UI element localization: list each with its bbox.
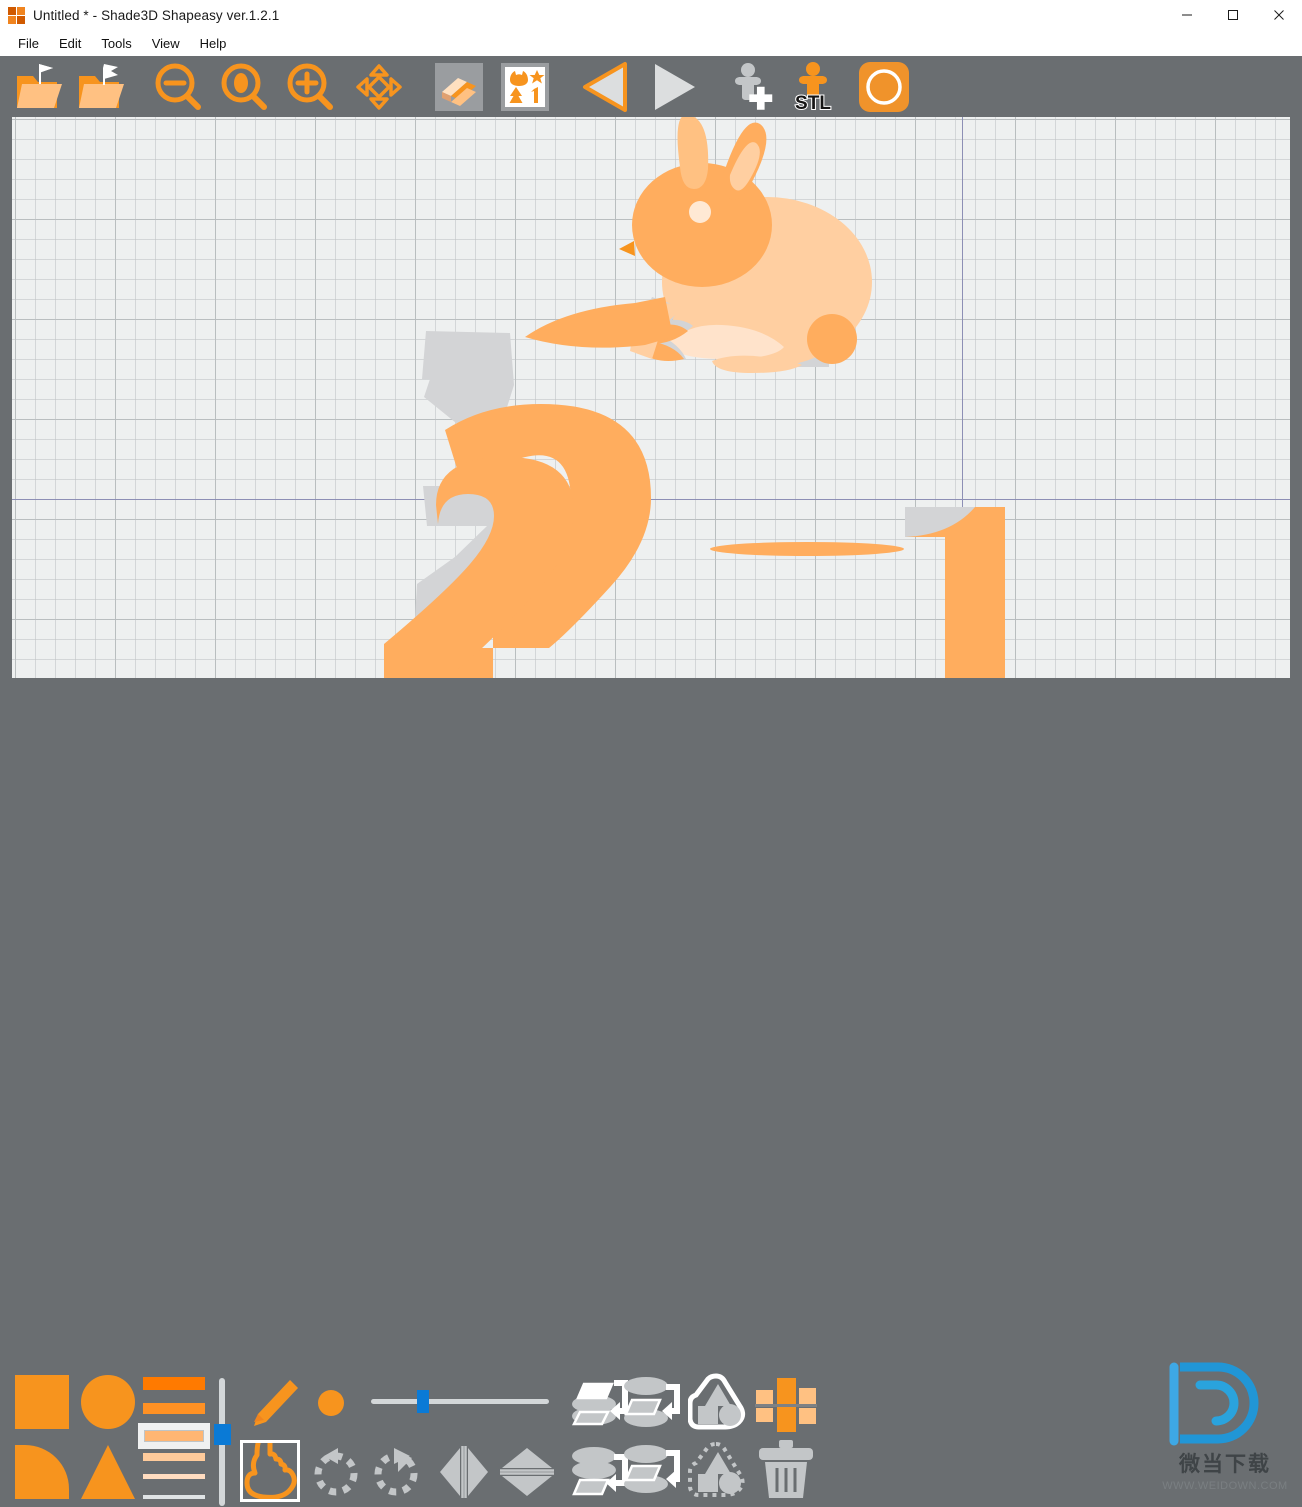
tool-send-to-back[interactable] [620, 1440, 690, 1507]
carrot-shape [525, 297, 693, 361]
watermark-url: WWW.WEIDOWN.COM [1162, 1480, 1288, 1492]
shade-level-1[interactable] [143, 1377, 205, 1390]
zoom-fit-button[interactable] [212, 56, 278, 117]
next-button[interactable] [640, 56, 708, 117]
height-slider-thumb[interactable] [214, 1424, 231, 1445]
canvas-artwork [384, 117, 1005, 678]
menu-item-help[interactable]: Help [190, 33, 237, 54]
zoom-in-button[interactable] [278, 56, 344, 117]
menu-item-view[interactable]: View [142, 33, 190, 54]
tool-ungroup[interactable] [688, 1440, 750, 1507]
render-button[interactable] [852, 56, 916, 117]
stamp-library-button[interactable] [492, 56, 558, 117]
layers-button[interactable] [426, 56, 492, 117]
maximize-button[interactable] [1210, 0, 1256, 30]
drawing-canvas[interactable] [12, 117, 1290, 678]
tool-pointer-hand[interactable] [240, 1433, 300, 1502]
size-slider-track[interactable] [371, 1399, 549, 1404]
tool-quarter-circle[interactable] [14, 1444, 70, 1505]
tool-pencil[interactable] [246, 1376, 302, 1437]
tool-bring-forward[interactable] [620, 1372, 690, 1439]
open-file-button[interactable] [6, 56, 68, 117]
tool-triangle[interactable] [80, 1444, 136, 1505]
tool-rotate-ccw[interactable] [308, 1444, 364, 1505]
zoom-out-button[interactable] [146, 56, 212, 117]
close-button[interactable] [1256, 0, 1302, 30]
tool-delete[interactable] [757, 1440, 815, 1505]
menu-item-file[interactable]: File [8, 33, 49, 54]
shade-selector[interactable] [138, 1377, 210, 1507]
menu-bar: File Edit Tools View Help [0, 30, 1302, 56]
tool-rotate-cw[interactable] [368, 1444, 424, 1505]
tool-square[interactable] [14, 1374, 70, 1435]
ellipse-shape [710, 542, 904, 556]
shade-level-2[interactable] [143, 1403, 205, 1414]
number-one-shape [905, 507, 1005, 678]
shade3d-app-icon [8, 6, 25, 24]
main-toolbar: STL [0, 56, 1302, 117]
tool-flip-horizontal[interactable] [436, 1444, 492, 1505]
watermark-chinese: 微当下载 [1179, 1453, 1271, 1476]
export-stl-button[interactable]: STL [782, 56, 844, 117]
tool-dot[interactable] [316, 1388, 346, 1423]
window-controls [1164, 0, 1302, 30]
save-file-button[interactable] [68, 56, 134, 117]
size-slider-thumb[interactable] [417, 1390, 429, 1413]
shade-level-5[interactable] [143, 1474, 205, 1479]
bottom-toolbar: 微当下载 WWW.WEIDOWN.COM [0, 678, 1302, 1506]
watermark: 微当下载 WWW.WEIDOWN.COM [1160, 1361, 1290, 1492]
minimize-button[interactable] [1164, 0, 1210, 30]
shade-level-6[interactable] [143, 1495, 205, 1499]
application-window: Untitled * - Shade3D Shapeasy ver.1.2.1 … [0, 0, 1302, 1506]
menu-item-edit[interactable]: Edit [49, 33, 91, 54]
tool-circle[interactable] [80, 1374, 136, 1435]
tool-align-grid[interactable] [755, 1376, 817, 1439]
stl-label: STL [794, 92, 832, 115]
add-figure-button[interactable] [720, 56, 782, 117]
menu-item-tools[interactable]: Tools [91, 33, 141, 54]
shade-level-3-selected[interactable] [138, 1423, 210, 1449]
tool-flip-vertical[interactable] [498, 1444, 556, 1505]
shade-level-4[interactable] [143, 1453, 205, 1461]
d-letter-logo [1169, 1362, 1259, 1446]
title-bar: Untitled * - Shade3D Shapeasy ver.1.2.1 [0, 0, 1302, 31]
number-two-shape [384, 331, 651, 678]
window-title: Untitled * - Shade3D Shapeasy ver.1.2.1 [33, 7, 280, 23]
previous-button[interactable] [572, 56, 640, 117]
pan-button[interactable] [344, 56, 414, 117]
tool-group[interactable] [687, 1372, 750, 1439]
